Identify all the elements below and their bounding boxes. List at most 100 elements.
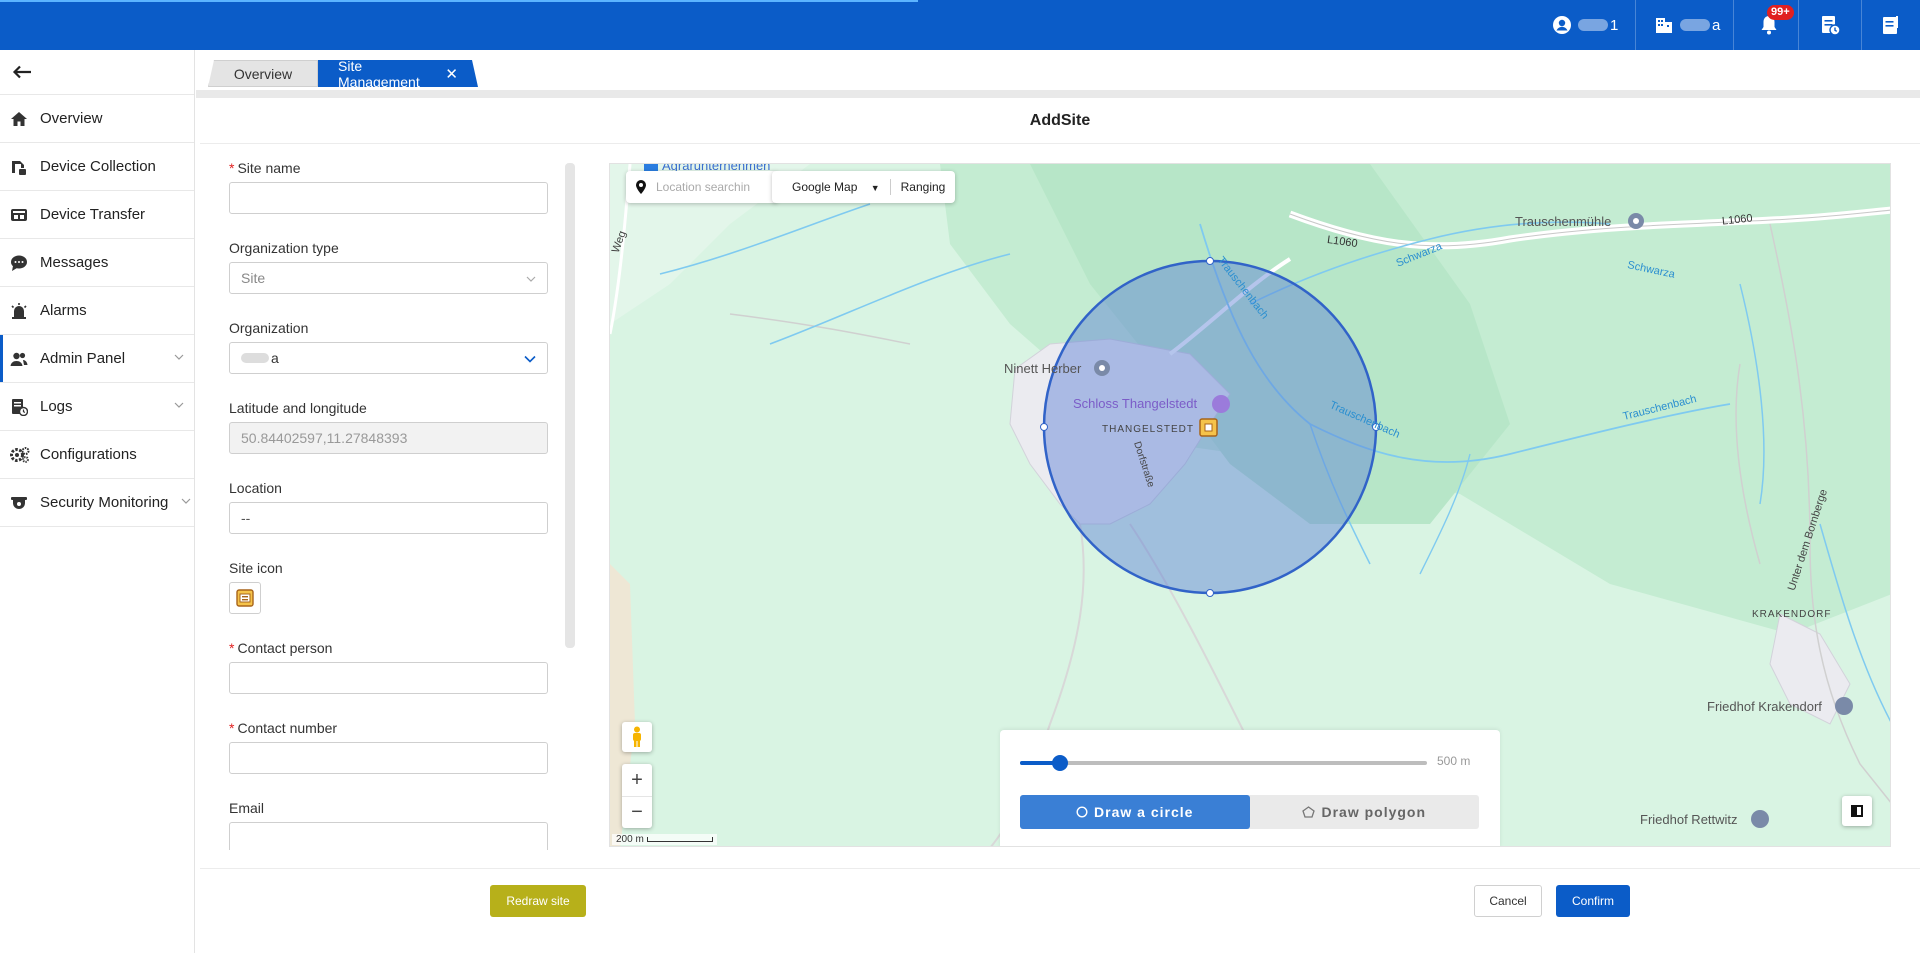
location-input[interactable]: --: [229, 502, 548, 534]
redraw-site-button[interactable]: Redraw site: [490, 885, 586, 917]
map-label: Schloss Thangelstedt: [1073, 396, 1198, 411]
site-building-icon: [236, 589, 254, 607]
map-label: Friedhof Krakendorf: [1707, 699, 1822, 714]
field-label: Organization type: [229, 240, 339, 256]
tasks-button[interactable]: [1819, 0, 1841, 50]
tab-site-management[interactable]: Site Management ✕: [318, 60, 478, 87]
camera-dome-icon: [11, 496, 27, 509]
radius-slider-thumb[interactable]: [1052, 755, 1068, 771]
field-label: Site icon: [229, 560, 283, 576]
sidebar-item-alarms[interactable]: Alarms: [0, 287, 194, 335]
sidebar-item-overview[interactable]: Overview: [0, 95, 194, 143]
field-label: Location: [229, 480, 282, 496]
sidebar-item-label: Device Collection: [40, 158, 156, 175]
log-icon: [12, 398, 28, 416]
org-type-select[interactable]: Site: [229, 262, 548, 294]
draw-mode-tabs: Draw a circle Draw polygon: [1020, 795, 1479, 829]
contact-number-field: * Contact number: [229, 720, 549, 800]
org-name-suffix: a: [1712, 16, 1721, 34]
report-icon: [1883, 16, 1898, 34]
zoom-in-button[interactable]: +: [622, 764, 652, 796]
sidebar-item-messages[interactable]: Messages: [0, 239, 194, 287]
sidebar-back-button[interactable]: [0, 50, 194, 95]
device-transfer-icon: [11, 208, 27, 221]
sidebar-item-admin-panel[interactable]: Admin Panel: [0, 335, 194, 383]
organization-value: a: [271, 350, 279, 366]
latlng-input: 50.84402597,11.27848393: [229, 422, 548, 454]
user-menu[interactable]: 1: [1552, 0, 1618, 50]
field-label: Site name: [237, 160, 301, 176]
ranging-button[interactable]: Ranging: [891, 180, 956, 194]
sidebar-item-label: Device Transfer: [40, 206, 146, 223]
draw-circle-label: Draw a circle: [1094, 804, 1194, 820]
tab-divider: [196, 90, 1920, 98]
required-marker: *: [229, 720, 235, 736]
close-icon[interactable]: ✕: [445, 65, 458, 83]
loading-progress: [0, 0, 918, 2]
field-label: Contact number: [237, 720, 338, 736]
device-collection-icon: [12, 160, 26, 175]
scale-label: 200 m: [616, 834, 644, 845]
map-label: KRAKENDORF: [1752, 609, 1832, 620]
organization-select[interactable]: a: [229, 342, 548, 374]
confirm-button[interactable]: Confirm: [1556, 885, 1630, 917]
map-layers-button[interactable]: [1842, 796, 1872, 826]
location-field: Location --: [229, 480, 549, 560]
gears-icon: [10, 446, 30, 463]
users-icon: [10, 352, 28, 366]
draw-polygon-button[interactable]: Draw polygon: [1250, 795, 1480, 829]
email-input[interactable]: [229, 822, 548, 850]
arrow-left-icon: [12, 65, 31, 79]
organization-field: Organization a: [229, 320, 549, 400]
building-icon: [1656, 18, 1672, 33]
zoom-out-button[interactable]: −: [622, 796, 652, 828]
tab-bar: Overview Site Management ✕: [196, 50, 1920, 90]
map-type-select[interactable]: Google Map ▼: [772, 180, 890, 194]
sidebar-item-logs[interactable]: Logs: [0, 383, 194, 431]
site-name-field: * Site name: [229, 160, 549, 240]
map-label: Friedhof Rettwitz: [1640, 812, 1738, 827]
org-menu[interactable]: a: [1654, 0, 1720, 50]
location-search-input[interactable]: Location searchin: [648, 171, 778, 203]
street-view-button[interactable]: [622, 722, 652, 752]
form-scrollbar[interactable]: [565, 163, 575, 648]
draw-circle-button[interactable]: Draw a circle: [1020, 795, 1250, 829]
chevron-down-icon: [181, 498, 191, 504]
map-label: THANGELSTEDT: [1102, 424, 1195, 435]
radius-value: 500 m: [1437, 754, 1471, 768]
tab-label: Overview: [233, 65, 293, 82]
email-field: Email: [229, 800, 549, 850]
chevron-down-icon: [174, 402, 184, 408]
org-type-field: Organization type Site: [229, 240, 549, 320]
site-form: * Site name Organization type Site Organi…: [229, 160, 549, 850]
alarm-light-icon: [11, 302, 27, 319]
chevron-down-icon: [526, 276, 536, 282]
latlng-field: Latitude and longitude 50.84402597,11.27…: [229, 400, 549, 480]
contact-person-input[interactable]: [229, 662, 548, 694]
contact-number-input[interactable]: [229, 742, 548, 774]
site-name-input[interactable]: [229, 182, 548, 214]
site-icon-field: Site icon: [229, 560, 549, 640]
notification-badge: 99+: [1767, 5, 1794, 20]
sidebar-item-device-collection[interactable]: Device Collection: [0, 143, 194, 191]
sidebar-item-configurations[interactable]: Configurations: [0, 431, 194, 479]
map-search-box[interactable]: Location searchin: [626, 171, 778, 203]
caret-down-icon: ▼: [870, 183, 880, 193]
tab-overview[interactable]: Overview: [208, 60, 318, 87]
sidebar-item-security-monitoring[interactable]: Security Monitoring: [0, 479, 194, 527]
org-name-blurred: [241, 353, 269, 363]
location-pin-icon: [636, 180, 646, 194]
site-icon-picker[interactable]: [229, 582, 261, 614]
reports-button[interactable]: [1880, 0, 1902, 50]
sidebar-item-device-transfer[interactable]: Device Transfer: [0, 191, 194, 239]
map-view[interactable]: Agrarunternehmen Trauschenmühle L1060 L1…: [609, 163, 1891, 847]
cancel-button[interactable]: Cancel: [1474, 885, 1542, 917]
sidebar-item-label: Alarms: [40, 302, 87, 319]
tab-label: Site Management: [338, 57, 420, 90]
map-type-label: Google Map: [792, 180, 858, 194]
map-controls: Google Map ▼ Ranging: [772, 171, 956, 203]
radius-slider[interactable]: [1020, 755, 1427, 771]
sidebar-item-label: Security Monitoring: [40, 494, 169, 511]
user-icon: [1553, 16, 1571, 34]
field-label: Email: [229, 800, 265, 816]
